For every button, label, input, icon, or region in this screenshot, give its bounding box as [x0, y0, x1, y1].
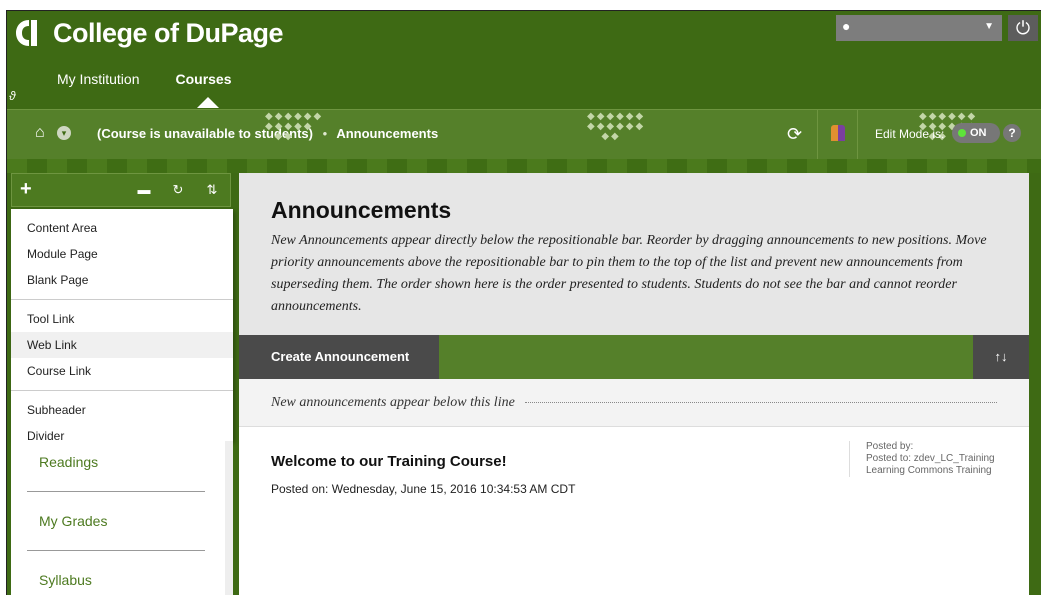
active-tab-indicator: [197, 97, 219, 108]
add-menu-item-button[interactable]: +: [20, 178, 32, 201]
menu-item-web-link[interactable]: Web Link: [11, 332, 233, 358]
menu-divider: [27, 491, 205, 492]
sort-icon[interactable]: ⇅: [202, 182, 222, 198]
announcement-item[interactable]: Welcome to our Training Course! Posted o…: [239, 427, 1029, 520]
nav-tabs: My Institution Courses: [57, 71, 232, 87]
decor-dots: ◆◆◆◆◆◆ ◆◆◆◆◆◆ ◆◆: [587, 111, 646, 142]
sort-button[interactable]: ↑↓: [973, 335, 1029, 379]
palette-icon[interactable]: [831, 125, 845, 141]
dropdown-group: Content Area Module Page Blank Page: [11, 209, 233, 300]
refresh-icon[interactable]: ↻: [168, 182, 188, 198]
logo[interactable]: College of DuPage: [13, 17, 284, 49]
logo-text: College of DuPage: [53, 17, 284, 48]
link-icon[interactable]: ϑ: [9, 89, 16, 103]
menu-item-content-area[interactable]: Content Area: [11, 215, 233, 241]
course-name: Learning Commons Training: [866, 465, 992, 476]
decor-dots: ◆◆◆◆◆◆ ◆◆◆◆◆ ◆◆: [265, 111, 324, 142]
breadcrumb-separator: •: [322, 126, 328, 141]
course-menu-toolbar: + ▬ ↻ ⇅: [11, 173, 231, 207]
menu-item-module-page[interactable]: Module Page: [11, 241, 233, 267]
repositionable-bar[interactable]: New announcements appear below this line: [239, 379, 1029, 427]
posted-by: Posted by:: [866, 441, 914, 452]
edit-mode-toggle[interactable]: ON: [952, 123, 1000, 143]
announcement-meta: Posted by: Posted to: zdev_LC_Training L…: [849, 441, 1019, 477]
dropdown-group: Tool Link Web Link Course Link: [11, 300, 233, 391]
top-bar: College of DuPage My Institution Courses…: [7, 11, 1041, 109]
reposition-text: New announcements appear below this line: [271, 394, 515, 410]
reposition-line: [524, 402, 997, 403]
posted-to: Posted to: zdev_LC_Training: [866, 453, 995, 464]
logo-mark-icon: [16, 20, 37, 46]
add-menu-dropdown: Content Area Module Page Blank Page Tool…: [11, 209, 233, 443]
course-menu-link-readings[interactable]: Readings: [11, 447, 225, 477]
home-icon[interactable]: ⌂: [35, 124, 45, 142]
action-bar: Create Announcement ↑↓: [239, 335, 1029, 379]
main-content: Announcements New Announcements appear d…: [239, 173, 1029, 595]
course-menu-link-syllabus[interactable]: Syllabus: [11, 565, 225, 595]
page-title: Announcements: [271, 197, 452, 223]
app-window: College of DuPage My Institution Courses…: [6, 10, 1041, 595]
course-menu-link-my-grades[interactable]: My Grades: [11, 506, 225, 536]
page-description: New Announcements appear directly below …: [271, 233, 987, 314]
toolbar-icons: ▬ ↻ ⇅: [134, 182, 222, 198]
chevron-down-icon: ▼: [984, 21, 994, 32]
breadcrumb: ⌂ ▾ (Course is unavailable to students) …: [7, 109, 1041, 160]
edit-mode-value: ON: [970, 127, 987, 139]
announcement-date: Posted on: Wednesday, June 15, 2016 10:3…: [271, 482, 576, 496]
menu-item-tool-link[interactable]: Tool Link: [11, 306, 233, 332]
divider: [817, 110, 818, 160]
menu-divider: [27, 550, 205, 551]
menu-item-course-link[interactable]: Course Link: [11, 358, 233, 384]
menu-item-blank-page[interactable]: Blank Page: [11, 267, 233, 293]
divider: [857, 110, 858, 160]
tab-my-institution[interactable]: My Institution: [57, 71, 139, 87]
power-icon[interactable]: ⏻: [1008, 15, 1038, 41]
toggle-indicator: [958, 129, 966, 137]
menu-item-subheader[interactable]: Subheader: [11, 397, 233, 423]
decor-pattern: [7, 159, 1041, 173]
student-preview-icon[interactable]: ⟳: [787, 124, 802, 145]
course-menu-scrollbar[interactable]: [225, 441, 233, 595]
breadcrumb-page[interactable]: Announcements: [336, 126, 438, 141]
user-icon: ●: [842, 18, 851, 34]
course-menu-icon[interactable]: ▾: [57, 126, 71, 140]
user-menu[interactable]: ● ▼: [836, 15, 1002, 41]
course-menu: Readings My Grades Syllabus: [11, 441, 225, 595]
tab-courses[interactable]: Courses: [175, 71, 231, 87]
edit-mode-label: Edit Mode is:: [875, 127, 945, 141]
folder-icon[interactable]: ▬: [134, 182, 154, 198]
page-header: Announcements New Announcements appear d…: [239, 173, 1029, 335]
create-announcement-button[interactable]: Create Announcement: [239, 335, 439, 379]
help-button[interactable]: ?: [1003, 124, 1021, 142]
